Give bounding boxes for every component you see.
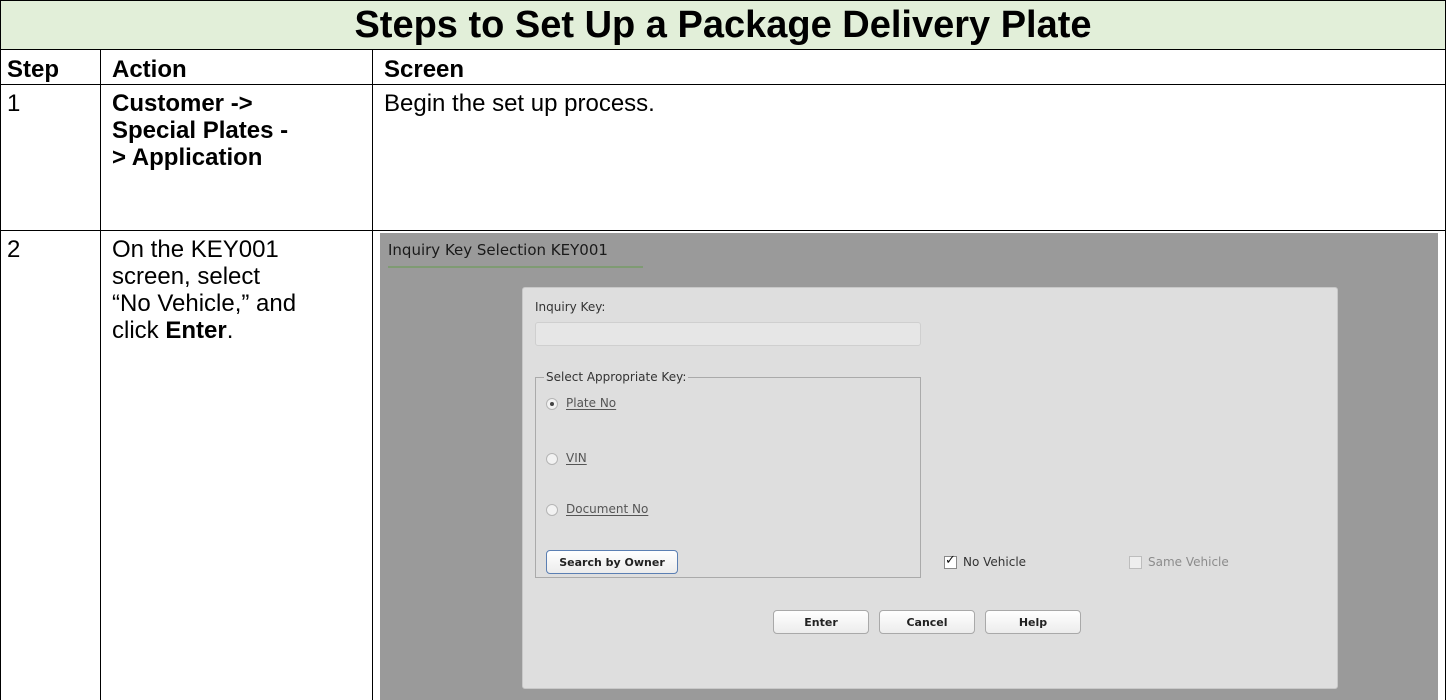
action-line: > Application (112, 144, 263, 171)
table-left-border (0, 50, 1, 700)
column-divider (100, 50, 101, 700)
document: Steps to Set Up a Package Delivery Plate… (0, 0, 1448, 700)
step-number: 1 (7, 90, 21, 117)
no-vehicle-checkbox[interactable]: ✓ (944, 553, 957, 569)
row-divider (0, 84, 1446, 85)
column-divider (372, 50, 373, 700)
action-line: On the KEY001 (112, 236, 279, 263)
key001-screenshot: Inquiry Key Selection KEY001 Inquiry Key… (380, 233, 1438, 700)
select-key-legend: Select Appropriate Key: (544, 370, 689, 384)
action-text: click (112, 317, 166, 344)
help-button[interactable]: Help (985, 610, 1081, 634)
table-right-border (1445, 50, 1446, 700)
action-line-last: click Enter. (112, 317, 233, 344)
search-by-owner-button[interactable]: Search by Owner (546, 550, 678, 574)
plate-no-label[interactable]: Plate No (566, 396, 616, 410)
screen-text: Begin the set up process. (384, 90, 655, 117)
vin-label[interactable]: VIN (566, 451, 587, 465)
plate-no-radio[interactable] (546, 398, 558, 410)
action-emphasis: Enter (165, 317, 227, 344)
select-key-group: Select Appropriate Key: Plate No VIN Doc… (535, 370, 921, 578)
header-step: Step (7, 56, 60, 83)
cancel-button[interactable]: Cancel (879, 610, 975, 634)
no-vehicle-label[interactable]: No Vehicle (963, 555, 1026, 569)
action-line: “No Vehicle,” and (112, 290, 297, 317)
screen-title-underline (388, 266, 643, 268)
vin-radio[interactable] (546, 453, 558, 465)
row-divider (0, 230, 1446, 231)
action-text: . (226, 317, 234, 344)
action-line: screen, select (112, 263, 261, 290)
step-number: 2 (7, 236, 21, 263)
enter-button[interactable]: Enter (773, 610, 869, 634)
inquiry-panel: Inquiry Key: Select Appropriate Key: Pla… (522, 287, 1338, 689)
check-icon: ✓ (945, 553, 956, 568)
header-screen: Screen (384, 56, 465, 83)
header-action: Action (112, 56, 187, 83)
document-title: Steps to Set Up a Package Delivery Plate (0, 0, 1446, 50)
document-no-radio[interactable] (546, 504, 558, 516)
action-line: Customer -> (112, 90, 253, 117)
same-vehicle-checkbox[interactable] (1129, 556, 1142, 569)
action-line: Special Plates - (112, 117, 289, 144)
same-vehicle-label[interactable]: Same Vehicle (1148, 555, 1229, 569)
inquiry-key-input[interactable] (535, 322, 921, 346)
inquiry-key-label: Inquiry Key: (535, 300, 606, 314)
document-no-label[interactable]: Document No (566, 502, 648, 516)
screen-title: Inquiry Key Selection KEY001 (388, 241, 608, 259)
